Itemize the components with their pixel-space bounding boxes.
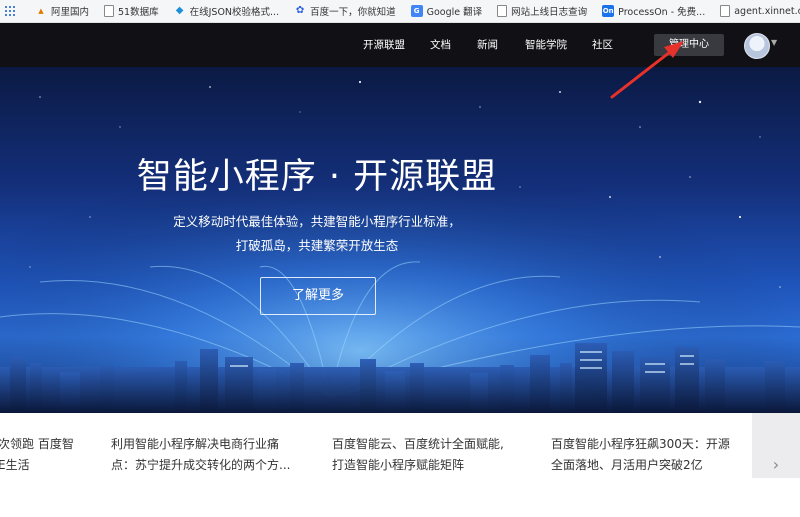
annotation-arrow [610,41,684,99]
